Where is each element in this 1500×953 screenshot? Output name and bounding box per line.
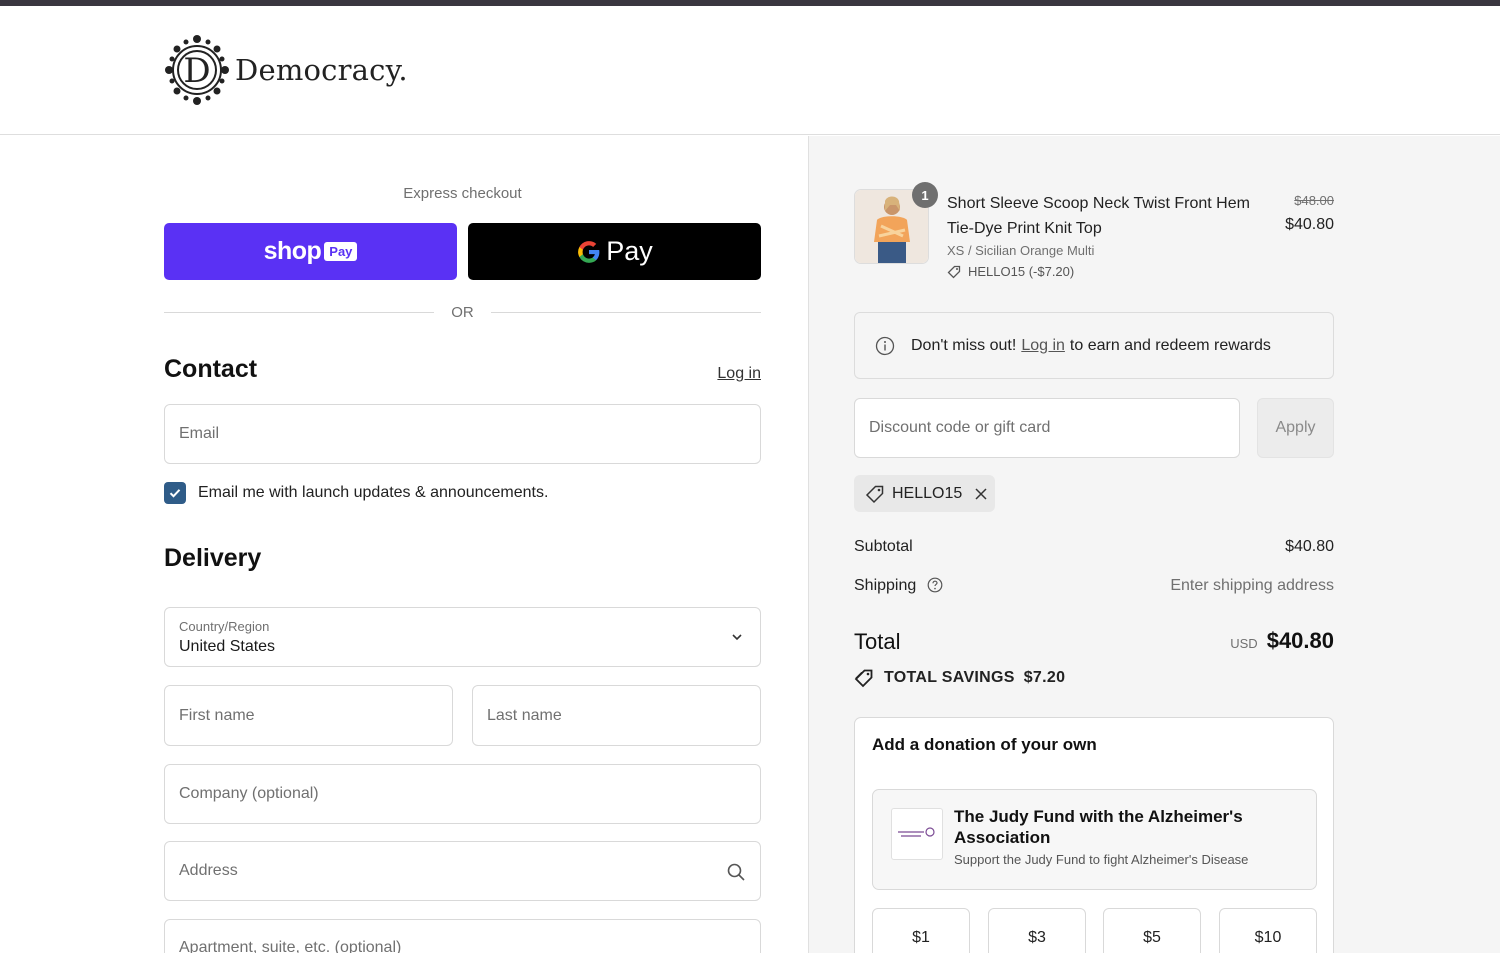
- newsletter-checkbox[interactable]: [164, 482, 186, 504]
- product-discount: HELLO15 (-$7.20): [947, 264, 1074, 279]
- svg-text:D: D: [183, 51, 210, 91]
- rewards-login-link[interactable]: Log in: [1021, 337, 1065, 355]
- shop-pay-badge: Pay: [324, 242, 358, 261]
- total-currency: USD: [1230, 636, 1258, 651]
- brand-logo[interactable]: D Democracy.: [164, 32, 408, 108]
- tag-icon: [865, 485, 884, 503]
- rewards-banner: Don't miss out! Log in to earn and redee…: [854, 312, 1334, 379]
- total-value: $40.80: [1266, 628, 1334, 653]
- country-select[interactable]: Country/Region United States: [164, 607, 761, 667]
- express-checkout-label: Express checkout: [403, 185, 522, 202]
- contact-heading: Contact: [164, 355, 258, 383]
- country-value: United States: [179, 638, 276, 655]
- google-pay-label: Pay: [606, 236, 653, 266]
- donation-amount-1[interactable]: $1: [872, 908, 970, 953]
- address-field[interactable]: Address: [164, 841, 761, 901]
- subtotal-label: Subtotal: [854, 538, 913, 555]
- savings-label: TOTAL SAVINGS: [884, 669, 1015, 686]
- tag-icon: [947, 265, 961, 278]
- cart-line-item: 1 Short Sleeve Scoop Neck Twist Front He…: [854, 182, 1334, 279]
- savings-value: $7.20: [1023, 669, 1066, 686]
- subtotal-value: $40.80: [1285, 538, 1334, 555]
- charity-logo: [891, 808, 943, 860]
- google-g-icon: [578, 240, 600, 263]
- product-variant: XS / Sicilian Orange Multi: [947, 243, 1095, 258]
- quantity-badge: 1: [912, 182, 938, 208]
- democracy-logo-icon: D: [165, 35, 229, 105]
- total-savings: TOTAL SAVINGS $7.20: [854, 668, 1065, 688]
- help-icon[interactable]: [927, 577, 943, 593]
- or-label: OR: [451, 304, 474, 321]
- shop-pay-button[interactable]: shop Pay: [164, 223, 457, 280]
- country-label: Country/Region: [179, 619, 270, 634]
- email-placeholder: Email: [179, 425, 220, 442]
- apply-discount-button[interactable]: Apply: [1257, 398, 1334, 458]
- donation-card: Add a donation of your own The Judy Fund…: [854, 717, 1334, 953]
- product-title: Short Sleeve Scoop Neck Twist Front Hem …: [947, 195, 1250, 237]
- total-label: Total: [854, 629, 901, 654]
- charity-card[interactable]: The Judy Fund with the Alzheimer's Assoc…: [872, 789, 1317, 890]
- remove-discount-icon[interactable]: [974, 487, 988, 501]
- discount-code-input[interactable]: Discount code or gift card: [854, 398, 1240, 458]
- or-divider: OR: [164, 302, 761, 322]
- alzheimers-association-logo-icon: [898, 827, 935, 837]
- product-price: $40.80: [1285, 216, 1334, 233]
- donation-amount-3[interactable]: $3: [988, 908, 1086, 953]
- savings-tag-icon: [854, 669, 873, 688]
- applied-discount-chip: HELLO15: [854, 475, 995, 512]
- shipping-value: Enter shipping address: [1170, 577, 1334, 594]
- donation-title: Add a donation of your own: [872, 735, 1097, 754]
- brand-name: Democracy.: [235, 53, 408, 87]
- contact-login-link[interactable]: Log in: [680, 365, 761, 383]
- discount-code-placeholder: Discount code or gift card: [869, 419, 1051, 436]
- divider-line-left: [164, 312, 434, 313]
- product-original-price: $48.00: [1294, 193, 1334, 208]
- charity-description: Support the Judy Fund to fight Alzheimer…: [954, 852, 1249, 867]
- apartment-field[interactable]: Apartment, suite, etc. (optional): [164, 919, 761, 953]
- apartment-placeholder: Apartment, suite, etc. (optional): [179, 939, 402, 953]
- total-amount: USD $40.80: [1230, 628, 1334, 654]
- delivery-heading: Delivery: [164, 544, 262, 572]
- donation-amount-10[interactable]: $10: [1219, 908, 1317, 953]
- site-header: D Democracy.: [0, 6, 1500, 135]
- product-discount-text: HELLO15 (-$7.20): [968, 264, 1075, 279]
- shop-pay-wordmark: shop: [263, 237, 322, 265]
- last-name-placeholder: Last name: [487, 706, 562, 724]
- address-placeholder: Address: [179, 862, 238, 879]
- last-name-field[interactable]: Last name: [472, 685, 761, 746]
- company-placeholder: Company (optional): [179, 785, 319, 802]
- rewards-suffix: to earn and redeem rewards: [1069, 336, 1271, 354]
- newsletter-option: Email me with launch updates & announcem…: [164, 482, 548, 504]
- shipping-label: Shipping: [854, 577, 917, 594]
- applied-discount-code: HELLO15: [892, 484, 963, 502]
- divider-line-right: [491, 312, 761, 313]
- charity-name: The Judy Fund with the Alzheimer's Assoc…: [954, 807, 1243, 847]
- newsletter-label: Email me with launch updates & announcem…: [198, 484, 549, 501]
- search-icon[interactable]: [726, 862, 746, 882]
- donation-amount-5[interactable]: $5: [1103, 908, 1201, 953]
- chevron-down-icon: [732, 634, 742, 641]
- info-icon: [875, 336, 895, 355]
- google-pay-button[interactable]: Pay: [468, 223, 761, 280]
- first-name-field[interactable]: First name: [164, 685, 453, 746]
- email-field[interactable]: Email: [164, 404, 761, 464]
- shipping-row: Shipping: [854, 577, 943, 595]
- company-field[interactable]: Company (optional): [164, 764, 761, 824]
- checkmark-icon: [169, 489, 181, 498]
- first-name-placeholder: First name: [179, 706, 255, 724]
- rewards-prefix: Don't miss out!: [911, 336, 1017, 354]
